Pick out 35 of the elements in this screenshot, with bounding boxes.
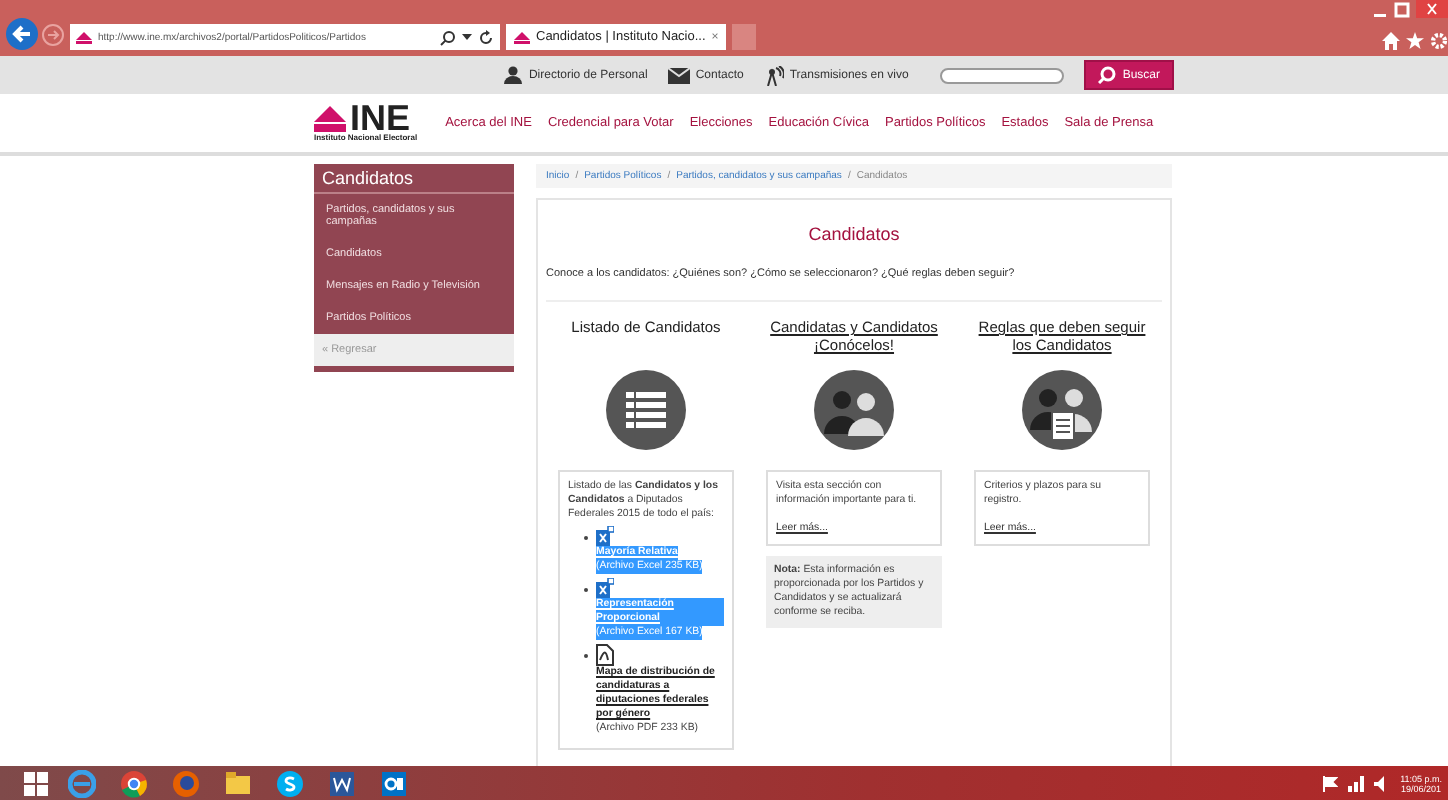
outlook-icon[interactable] [376,769,412,797]
broadcast-icon [763,65,784,85]
envelope-icon [667,67,690,83]
browser-e-icon[interactable] [64,769,100,797]
site-logo-icon [76,31,92,43]
sidebar-title: Candidatos [314,164,514,194]
skype-icon[interactable] [272,769,308,797]
star-icon[interactable] [1406,32,1424,50]
people-icon [814,370,894,450]
list-icon [606,370,686,450]
back-button[interactable] [6,18,38,50]
person-icon [504,66,523,84]
flag-icon[interactable] [1322,775,1339,791]
home-icon[interactable] [1382,32,1400,50]
people-document-icon [1022,370,1102,450]
search-field[interactable] [940,67,1065,83]
pdf-document-icon [596,644,614,666]
search-icon [1098,66,1117,84]
site-logo-icon [514,31,530,43]
search-icon[interactable] [440,29,456,45]
settings-icon[interactable] [1430,32,1448,50]
spreadsheet-icon [596,578,614,598]
windows-start-icon[interactable] [24,771,48,795]
spreadsheet-icon [596,526,614,546]
refresh-icon[interactable] [478,29,494,45]
maximize-icon[interactable] [1394,1,1410,17]
network-icon[interactable] [1348,775,1365,791]
dropdown-icon[interactable] [462,34,472,40]
logo-diamond-icon [314,106,346,132]
logo-text: INE [350,104,411,132]
close-icon[interactable] [1416,0,1448,18]
page-title: Candidatos [806,224,902,244]
word-icon[interactable] [324,769,360,797]
chrome-icon[interactable] [116,769,152,797]
folder-icon[interactable] [220,769,256,797]
